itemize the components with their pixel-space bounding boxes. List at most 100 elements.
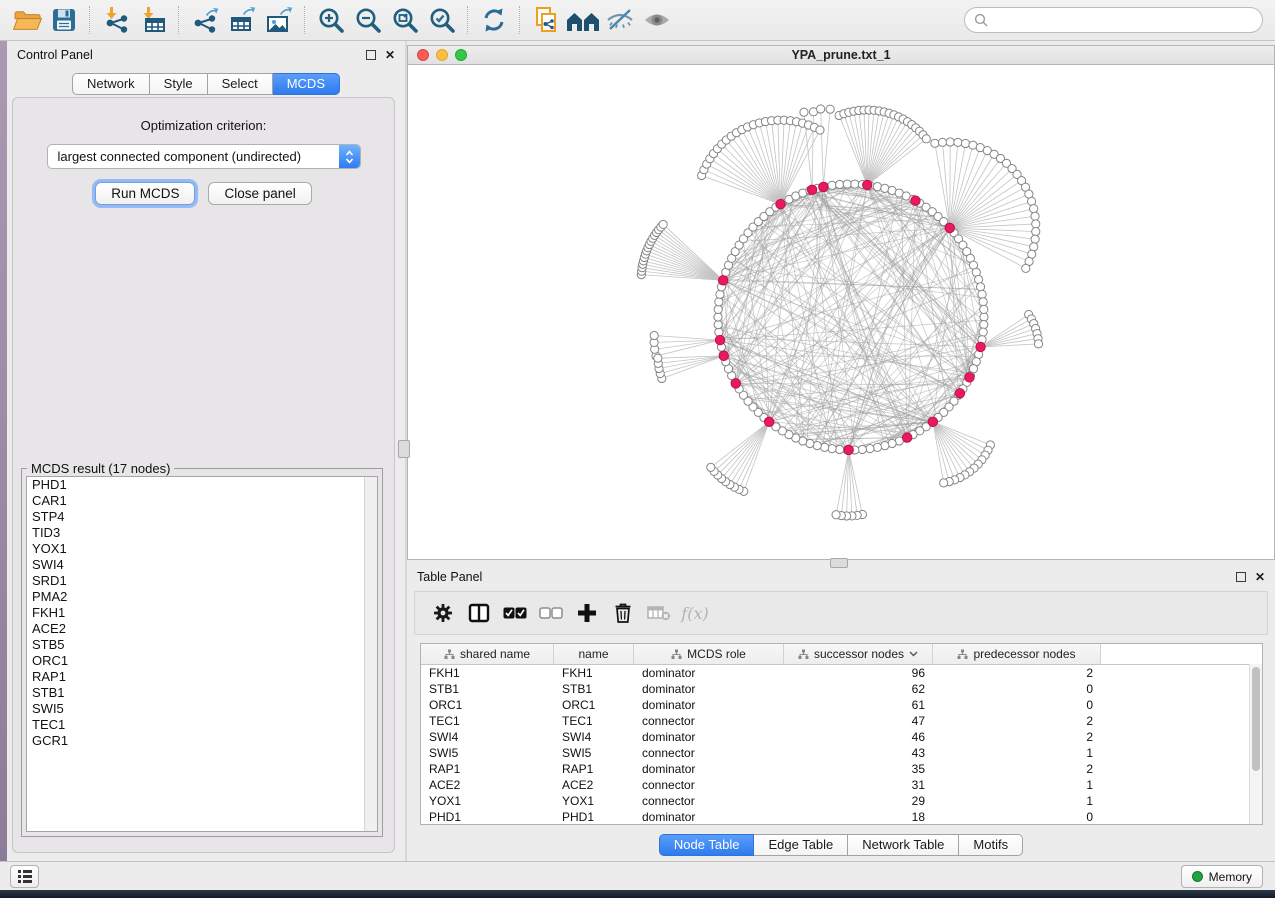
table-cell[interactable]: 2 [933,729,1101,745]
table-cell[interactable]: 43 [784,745,933,761]
table-cell[interactable]: YOX1 [421,793,554,809]
tab-mcds[interactable]: MCDS [273,73,340,95]
mcds-result-item[interactable]: RAP1 [27,669,377,685]
export-network-button[interactable] [186,3,223,37]
search-field[interactable] [964,7,1263,33]
table-cell[interactable]: RAP1 [554,761,634,777]
mcds-result-item[interactable]: FKH1 [27,605,377,621]
table-cell[interactable]: 18 [784,809,933,825]
network-canvas[interactable] [408,65,1274,559]
memory-button[interactable]: Memory [1181,865,1263,888]
table-row[interactable]: YOX1YOX1connector291 [421,793,1262,809]
table-cell[interactable]: connector [634,777,784,793]
table-cell[interactable]: TEC1 [554,713,634,729]
table-cell[interactable]: ORC1 [554,697,634,713]
table-cell[interactable]: ACE2 [554,777,634,793]
table-cell[interactable]: 35 [784,761,933,777]
table-row[interactable]: ACE2ACE2connector311 [421,777,1262,793]
table-cell[interactable]: dominator [634,761,784,777]
export-table-button[interactable] [223,3,260,37]
table-cell[interactable]: STB1 [554,681,634,697]
task-history-button[interactable] [10,865,39,888]
table-cell[interactable]: 31 [784,777,933,793]
table-mode-button[interactable] [427,597,459,629]
tab-motifs[interactable]: Motifs [959,834,1023,856]
hide-selected-button[interactable] [601,3,638,37]
float-panel-icon[interactable] [366,50,376,60]
new-network-from-selection-button[interactable] [527,3,564,37]
table-cell[interactable]: ORC1 [421,697,554,713]
mcds-result-list[interactable]: PHD1CAR1STP4TID3YOX1SWI4SRD1PMA2FKH1ACE2… [26,476,378,832]
show-all-button[interactable] [638,3,675,37]
table-cell[interactable]: dominator [634,681,784,697]
network-graph[interactable] [408,65,1274,559]
export-image-button[interactable] [260,3,297,37]
float-table-panel-icon[interactable] [1236,572,1246,582]
mcds-result-item[interactable]: SWI5 [27,701,377,717]
run-mcds-button[interactable]: Run MCDS [95,182,195,205]
table-row[interactable]: ORC1ORC1dominator610 [421,697,1262,713]
table-cell[interactable]: 0 [933,809,1101,825]
column-header-shared-name[interactable]: shared name [421,644,554,664]
table-row[interactable]: PHD1PHD1dominator180 [421,809,1262,825]
zoom-in-button[interactable] [312,3,349,37]
table-scrollbar[interactable] [1249,664,1262,824]
column-header-name[interactable]: name [554,644,634,664]
table-cell[interactable]: SWI4 [421,729,554,745]
close-panel-icon[interactable]: ✕ [385,50,395,60]
table-row[interactable]: STB1STB1dominator620 [421,681,1262,697]
table-cell[interactable]: RAP1 [421,761,554,777]
table-cell[interactable]: 0 [933,681,1101,697]
table-cell[interactable]: 29 [784,793,933,809]
first-neighbors-button[interactable] [564,3,601,37]
mcds-result-item[interactable]: TEC1 [27,717,377,733]
mcds-result-item[interactable]: ORC1 [27,653,377,669]
open-file-button[interactable] [8,3,45,37]
table-cell[interactable]: 46 [784,729,933,745]
table-cell[interactable]: dominator [634,697,784,713]
mcds-result-item[interactable]: PMA2 [27,589,377,605]
column-header-MCDS-role[interactable]: MCDS role [634,644,784,664]
network-window-titlebar[interactable]: YPA_prune.txt_1 [408,46,1274,65]
mcds-result-item[interactable]: TID3 [27,525,377,541]
table-cell[interactable]: 1 [933,745,1101,761]
table-cell[interactable]: dominator [634,729,784,745]
table-cell[interactable]: 2 [933,761,1101,777]
table-cell[interactable]: PHD1 [554,809,634,825]
table-cell[interactable]: YOX1 [554,793,634,809]
table-row[interactable]: RAP1RAP1dominator352 [421,761,1262,777]
import-network-button[interactable] [97,3,134,37]
table-cell[interactable]: SWI5 [421,745,554,761]
optimization-criterion-dropdown[interactable]: largest connected component (undirected) [47,144,361,169]
table-cell[interactable]: STB1 [421,681,554,697]
vertical-splitter-handle[interactable] [398,440,410,458]
tab-style[interactable]: Style [150,73,208,95]
table-cell[interactable]: 62 [784,681,933,697]
horizontal-splitter-handle[interactable] [830,558,848,568]
search-input[interactable] [993,12,1262,28]
select-all-button[interactable] [499,597,531,629]
close-table-panel-icon[interactable]: ✕ [1255,572,1265,582]
table-cell[interactable]: dominator [634,665,784,681]
import-table-button[interactable] [134,3,171,37]
tab-network[interactable]: Network [72,73,150,95]
table-cell[interactable]: 61 [784,697,933,713]
tab-network-table[interactable]: Network Table [848,834,959,856]
zoom-selected-button[interactable] [423,3,460,37]
table-cell[interactable]: connector [634,793,784,809]
tab-edge-table[interactable]: Edge Table [754,834,848,856]
mcds-result-item[interactable]: STB1 [27,685,377,701]
close-panel-button[interactable]: Close panel [208,182,311,205]
table-cell[interactable]: FKH1 [421,665,554,681]
table-cell[interactable]: connector [634,745,784,761]
tab-node-table[interactable]: Node Table [659,834,755,856]
table-cell[interactable]: 1 [933,793,1101,809]
refresh-button[interactable] [475,3,512,37]
save-session-button[interactable] [45,3,82,37]
table-cell[interactable]: 1 [933,777,1101,793]
zoom-fit-button[interactable] [386,3,423,37]
mcds-result-item[interactable]: YOX1 [27,541,377,557]
mcds-result-item[interactable]: GCR1 [27,733,377,749]
table-cell[interactable]: 47 [784,713,933,729]
delete-columns-button[interactable] [607,597,639,629]
